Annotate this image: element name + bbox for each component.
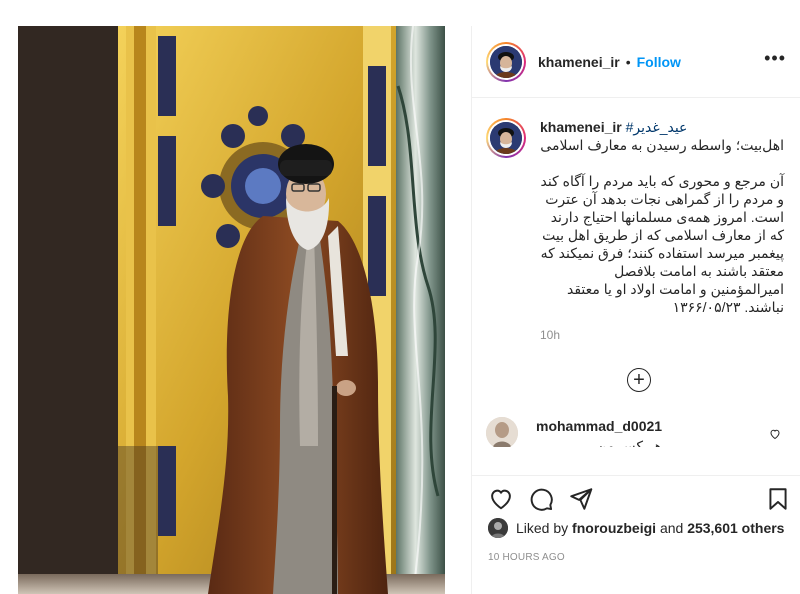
commenter-username[interactable]: mohammad_d0021 bbox=[536, 417, 662, 435]
follow-button[interactable]: Follow bbox=[637, 54, 681, 70]
avatar-portrait-icon bbox=[490, 122, 522, 154]
post-author-avatar[interactable] bbox=[486, 41, 526, 82]
comment-like-icon[interactable] bbox=[769, 427, 781, 445]
likes-and: and bbox=[659, 520, 684, 536]
caption-time[interactable]: 10h bbox=[540, 328, 784, 342]
post-timestamp[interactable]: 10 HOURS AGO bbox=[488, 552, 565, 563]
caption-username[interactable]: khamenei_ir bbox=[540, 119, 622, 135]
comments-scroll-area[interactable]: khamenei_ir #عید_غدیر اهل‌بیت؛ واسطه رسی… bbox=[472, 98, 800, 448]
comment-text: هر کس من ... bbox=[580, 438, 663, 447]
header-separator: • bbox=[625, 53, 631, 70]
liker-avatar[interactable] bbox=[488, 518, 508, 538]
heart-icon[interactable] bbox=[488, 486, 514, 517]
liker-username[interactable]: fnorouzbeigi bbox=[572, 520, 656, 536]
likes-prefix: Liked by bbox=[516, 520, 569, 536]
share-icon[interactable] bbox=[568, 486, 594, 517]
avatar-portrait-icon bbox=[490, 45, 522, 78]
more-options-icon[interactable]: ••• bbox=[764, 49, 786, 67]
caption: khamenei_ir #عید_غدیر اهل‌بیت؛ واسطه رسی… bbox=[486, 118, 784, 342]
caption-author-avatar[interactable] bbox=[486, 118, 526, 158]
likes-summary: Liked by fnorouzbeigi and 253,601 others bbox=[488, 518, 784, 538]
page-gutter bbox=[0, 0, 18, 594]
comment-item: mohammad_d0021 هر کس من ... bbox=[486, 417, 791, 447]
post-author-username[interactable]: khamenei_ir bbox=[538, 54, 620, 70]
comment-icon[interactable] bbox=[528, 486, 554, 517]
bookmark-icon[interactable] bbox=[765, 486, 791, 517]
commenter-avatar[interactable] bbox=[486, 417, 518, 447]
caption-text: اهل‌بیت؛ واسطه رسیدن به معارف اسلامی آن … bbox=[540, 137, 784, 315]
caption-hashtag[interactable]: #عید_غدیر bbox=[626, 119, 688, 135]
likes-count[interactable]: 253,601 others bbox=[687, 520, 784, 536]
plus-icon: + bbox=[633, 369, 645, 391]
commenter-avatar-icon bbox=[486, 417, 518, 447]
post-photo-illustration bbox=[18, 26, 445, 594]
post-image[interactable] bbox=[18, 26, 445, 594]
load-more-comments-button[interactable]: + bbox=[627, 368, 651, 392]
post-header: khamenei_ir • Follow ••• bbox=[472, 26, 800, 98]
post-side-panel: khamenei_ir • Follow ••• khamenei_ir #عی… bbox=[471, 26, 800, 594]
